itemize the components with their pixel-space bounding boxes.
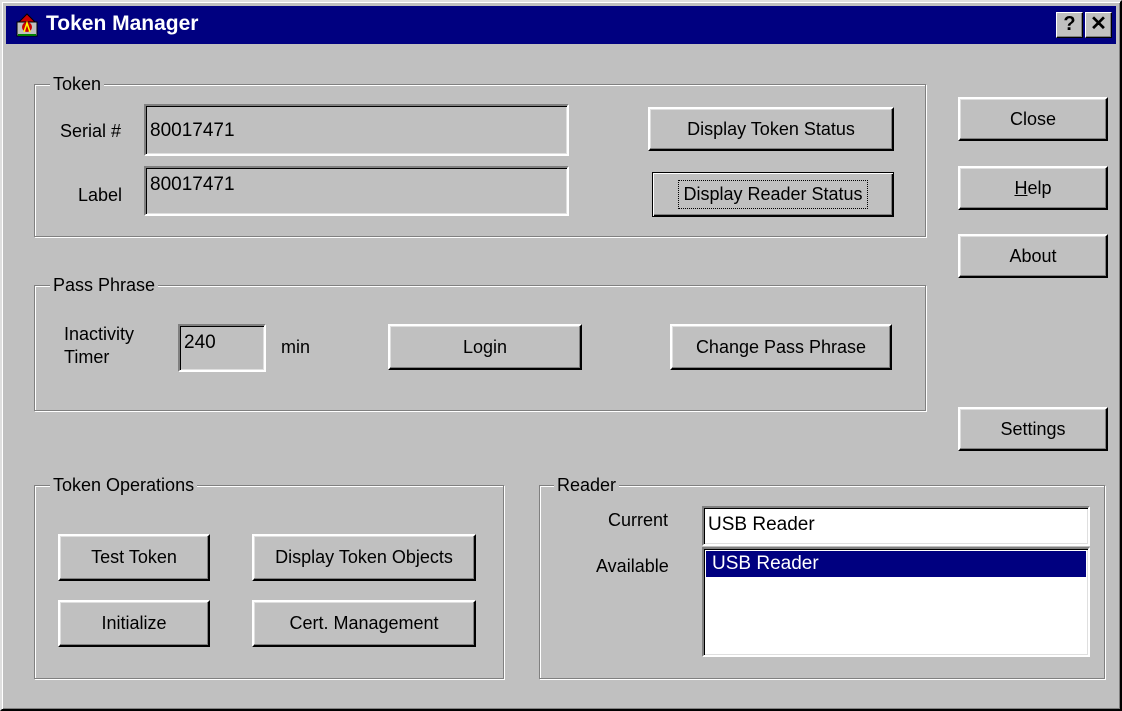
current-reader-label: Current xyxy=(608,510,669,530)
help-label-rest: elp xyxy=(1027,177,1052,198)
help-mnemonic: H xyxy=(1014,177,1028,198)
reader-list-item[interactable]: USB Reader xyxy=(706,551,1086,577)
title-help-button[interactable]: ? xyxy=(1056,12,1083,38)
display-reader-status-label: Display Reader Status xyxy=(678,180,868,209)
login-button[interactable]: Login xyxy=(388,324,582,370)
window-title: Token Manager xyxy=(46,12,199,35)
serial-number-field[interactable]: 80017471 xyxy=(144,104,569,156)
app-icon xyxy=(16,13,38,37)
initialize-button[interactable]: Initialize xyxy=(58,600,210,647)
settings-button[interactable]: Settings xyxy=(958,407,1108,451)
token-operations-group-label: Token Operations xyxy=(50,475,198,495)
about-button[interactable]: About xyxy=(958,234,1108,278)
display-token-objects-button[interactable]: Display Token Objects xyxy=(252,534,476,581)
reader-group-label: Reader xyxy=(554,475,620,495)
inactivity-label-line1: Inactivity xyxy=(64,324,135,344)
token-group-label: Token xyxy=(50,74,105,94)
title-close-button[interactable]: ✕ xyxy=(1085,12,1112,38)
inactivity-label-line2: Timer xyxy=(64,347,110,367)
close-button[interactable]: Close xyxy=(958,97,1108,141)
label-label: Label xyxy=(78,185,123,205)
serial-label: Serial # xyxy=(60,121,122,141)
current-reader-field[interactable]: USB Reader xyxy=(702,506,1090,546)
token-label-field[interactable]: 80017471 xyxy=(144,166,569,216)
inactivity-timer-field[interactable]: 240 xyxy=(178,324,266,372)
display-reader-status-button[interactable]: Display Reader Status xyxy=(652,172,894,217)
title-bar[interactable]: Token Manager ? ✕ xyxy=(6,6,1116,44)
help-button[interactable]: Help xyxy=(958,166,1108,210)
available-readers-label: Available xyxy=(596,556,669,576)
display-token-status-button[interactable]: Display Token Status xyxy=(648,107,894,151)
change-pass-phrase-button[interactable]: Change Pass Phrase xyxy=(670,324,892,370)
available-readers-list[interactable]: USB Reader xyxy=(702,547,1090,657)
cert-management-button[interactable]: Cert. Management xyxy=(252,600,476,647)
token-manager-window: Token Manager ? ✕ Token Serial # 8001747… xyxy=(0,0,1122,711)
test-token-button[interactable]: Test Token xyxy=(58,534,210,581)
timer-unit-label: min xyxy=(281,337,311,357)
pass-phrase-group-label: Pass Phrase xyxy=(50,275,159,295)
token-operations-group xyxy=(34,485,504,679)
